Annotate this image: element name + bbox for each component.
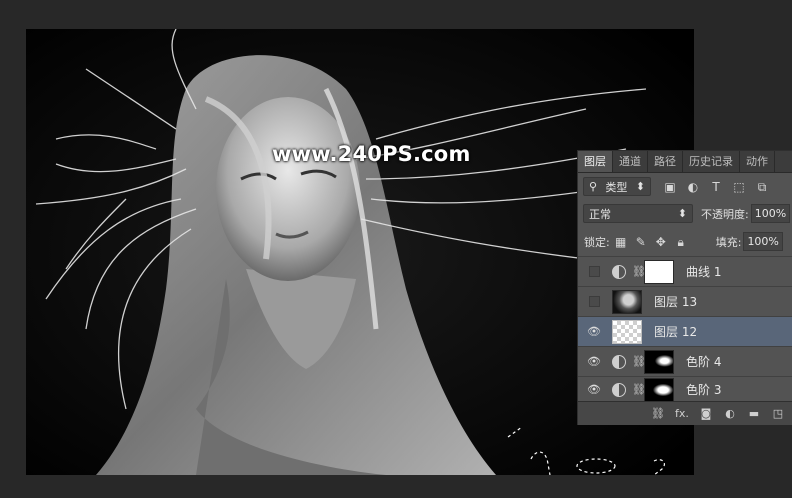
tab-channels[interactable]: 通道 bbox=[613, 151, 648, 172]
layer-row-levels-3[interactable]: 👁︎ ⛓ 色阶 3 bbox=[578, 376, 792, 402]
panel-footer: ⛓ fx. ◙ ◐ ▬ ◳ bbox=[578, 401, 792, 425]
link-layers-icon[interactable]: ⛓ bbox=[651, 407, 665, 421]
opacity-input[interactable]: 100% bbox=[750, 204, 791, 223]
smart-object-filter-icon[interactable]: ⧉ bbox=[755, 180, 769, 194]
layer-mask-thumbnail[interactable] bbox=[644, 259, 674, 284]
tab-paths[interactable]: 路径 bbox=[648, 151, 683, 172]
layer-thumbnail[interactable] bbox=[612, 319, 642, 344]
link-icon: ⛓ bbox=[632, 383, 646, 396]
lock-transparent-icon[interactable]: ▦ bbox=[614, 235, 628, 249]
chevron-updown-icon: ⬍ bbox=[677, 207, 687, 220]
chevron-updown-icon: ⬍ bbox=[635, 180, 645, 193]
blend-mode-dropdown[interactable]: 正常 ⬍ bbox=[583, 204, 693, 223]
new-group-icon[interactable]: ▬ bbox=[747, 407, 761, 421]
new-layer-icon[interactable]: ◳ bbox=[771, 407, 785, 421]
layer-name: 色阶 4 bbox=[686, 355, 722, 369]
lock-position-icon[interactable]: ✥ bbox=[654, 235, 668, 249]
eye-icon[interactable]: 👁︎ bbox=[585, 382, 603, 398]
lock-label: 锁定: bbox=[584, 235, 610, 249]
visibility-toggle[interactable] bbox=[585, 264, 603, 280]
blend-mode-value: 正常 bbox=[589, 207, 611, 221]
layer-mask-thumbnail[interactable] bbox=[644, 349, 674, 374]
layer-thumbnail[interactable] bbox=[612, 289, 642, 314]
layer-mask-thumbnail[interactable] bbox=[644, 377, 674, 402]
layer-name: 曲线 1 bbox=[686, 265, 722, 279]
add-mask-icon[interactable]: ◙ bbox=[699, 407, 713, 421]
adjustment-layer-icon bbox=[612, 264, 626, 279]
adjustment-layer-icon bbox=[612, 382, 626, 397]
link-icon: ⛓ bbox=[632, 355, 646, 368]
panel-tabs: 图层 通道 路径 历史记录 动作 bbox=[578, 151, 792, 173]
lock-paint-icon[interactable]: ✎ bbox=[634, 235, 648, 249]
visibility-toggle[interactable] bbox=[585, 294, 603, 310]
tab-actions[interactable]: 动作 bbox=[740, 151, 775, 172]
tab-layers[interactable]: 图层 bbox=[578, 151, 613, 172]
layer-name: 图层 13 bbox=[654, 295, 698, 309]
layer-row-curves-1[interactable]: ⛓ 曲线 1 bbox=[578, 256, 792, 286]
filter-kind-dropdown[interactable]: ⚲ 类型 ⬍ bbox=[583, 177, 651, 196]
fill-label: 填充: bbox=[715, 235, 742, 249]
opacity-label: 不透明度: bbox=[701, 207, 749, 221]
layer-name: 色阶 3 bbox=[686, 383, 722, 397]
fx-icon[interactable]: fx. bbox=[675, 407, 689, 421]
tab-history[interactable]: 历史记录 bbox=[683, 151, 740, 172]
layer-row-layer-12[interactable]: 👁︎ 图层 12 bbox=[578, 316, 792, 346]
search-icon: ⚲ bbox=[589, 180, 598, 193]
link-icon: ⛓ bbox=[632, 265, 646, 278]
adjustment-filter-icon[interactable]: ◐ bbox=[686, 180, 700, 194]
eye-icon[interactable]: 👁︎ bbox=[585, 324, 603, 340]
watermark-text: www.240PS.com bbox=[272, 142, 471, 166]
lock-all-icon[interactable]: 🔒︎ bbox=[674, 235, 688, 249]
layer-row-layer-13[interactable]: 图层 13 bbox=[578, 286, 792, 316]
shape-filter-icon[interactable]: ⬚ bbox=[732, 180, 746, 194]
eye-icon[interactable]: 👁︎ bbox=[585, 354, 603, 370]
image-filter-icon[interactable]: ▣ bbox=[663, 180, 677, 194]
adjustment-layer-icon bbox=[612, 354, 626, 369]
new-adjustment-icon[interactable]: ◐ bbox=[723, 407, 737, 421]
layer-name: 图层 12 bbox=[654, 325, 698, 339]
type-filter-icon[interactable]: T bbox=[709, 180, 723, 194]
filter-kind-value: 类型 bbox=[605, 180, 628, 194]
layers-panel: 图层 通道 路径 历史记录 动作 ⚲ 类型 ⬍ ▣ ◐ T ⬚ ⧉ 正常 ⬍ 不… bbox=[577, 150, 792, 425]
fill-input[interactable]: 100% bbox=[743, 232, 783, 251]
layer-row-levels-4[interactable]: 👁︎ ⛓ 色阶 4 bbox=[578, 346, 792, 376]
